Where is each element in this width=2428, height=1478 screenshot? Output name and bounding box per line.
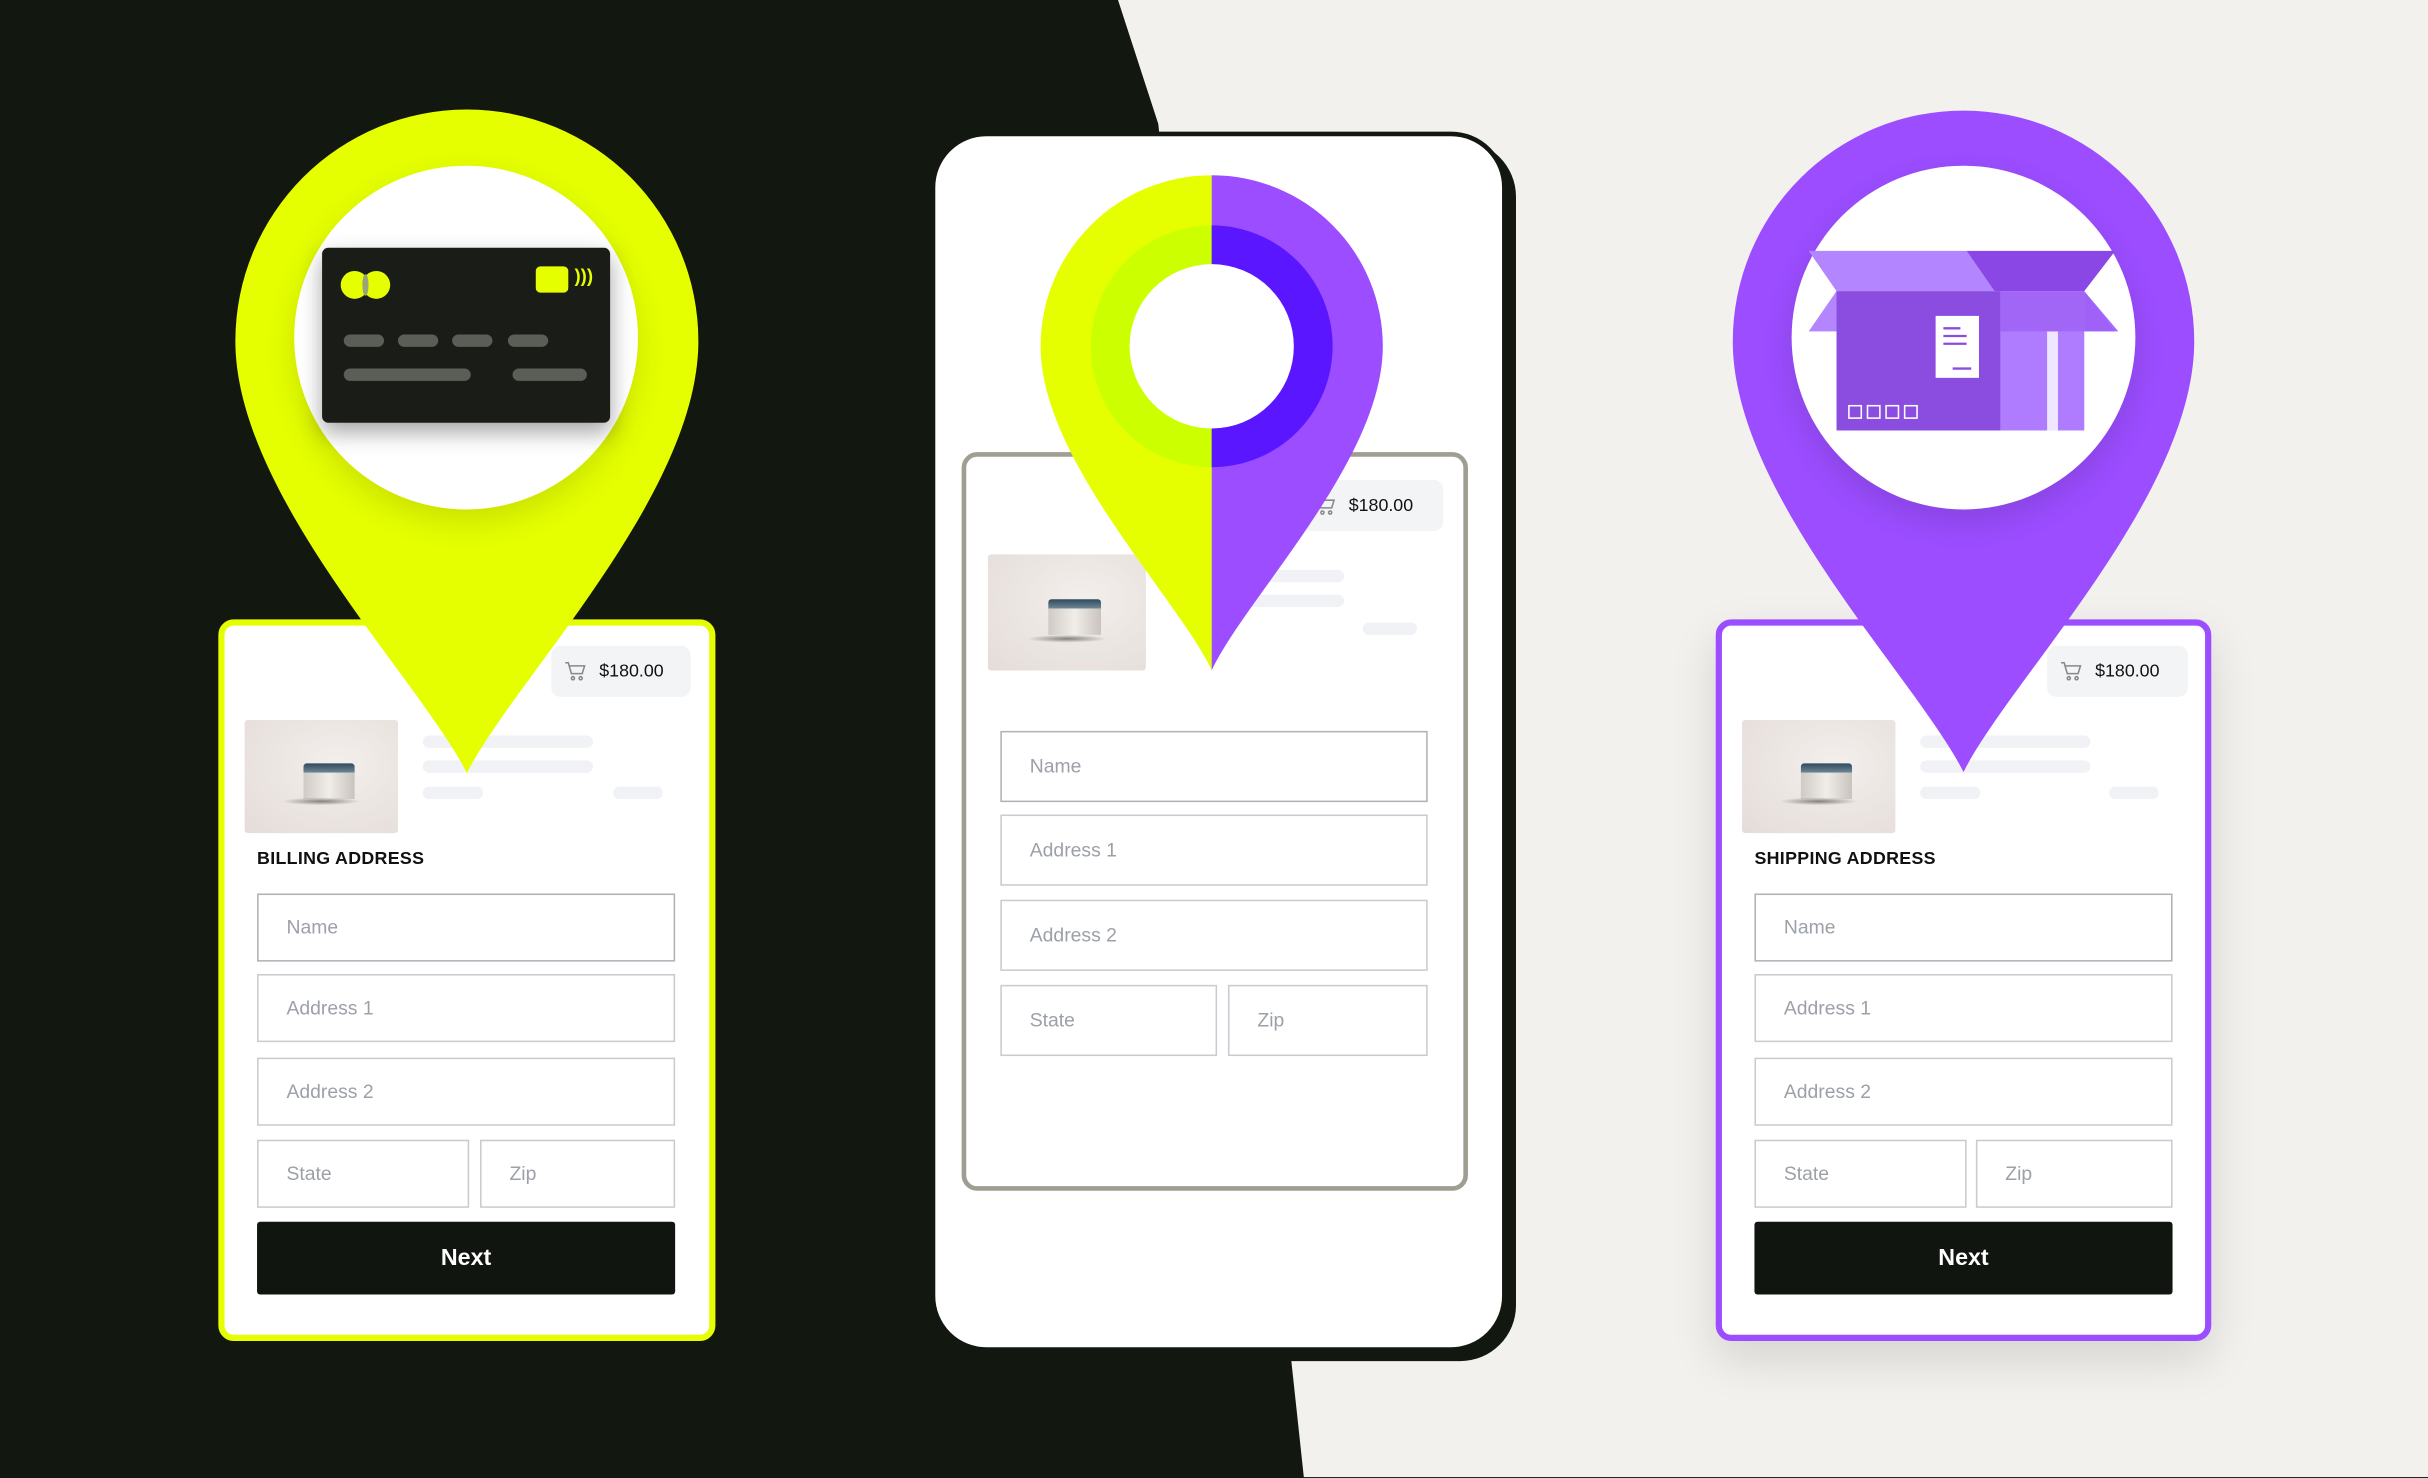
zip-field[interactable] xyxy=(480,1139,676,1208)
next-button[interactable]: Next xyxy=(1754,1221,2173,1295)
illustration-stage: $180.00 BILLING ADDRESS Next ))) $180.00 xyxy=(0,0,2428,1478)
state-field[interactable] xyxy=(1754,1139,1967,1208)
credit-card-icon: ))) xyxy=(322,247,611,423)
next-button[interactable]: Next xyxy=(257,1221,676,1295)
skeleton-line xyxy=(613,786,663,800)
name-field[interactable] xyxy=(1754,893,2173,962)
address2-field[interactable] xyxy=(257,1057,676,1126)
address1-field[interactable] xyxy=(1000,814,1428,886)
name-field[interactable] xyxy=(257,893,676,962)
address1-field[interactable] xyxy=(1754,974,2173,1043)
skeleton-line xyxy=(2109,786,2159,800)
section-title: BILLING ADDRESS xyxy=(257,850,425,869)
zip-field[interactable] xyxy=(1975,1139,2173,1208)
skeleton-line xyxy=(1920,786,1981,800)
section-title: SHIPPING ADDRESS xyxy=(1754,850,1936,869)
zip-field[interactable] xyxy=(1227,984,1428,1057)
address1-field[interactable] xyxy=(257,974,676,1043)
location-pin-icon xyxy=(1040,175,1383,671)
state-field[interactable] xyxy=(257,1139,470,1208)
state-field[interactable] xyxy=(1000,984,1218,1057)
skeleton-line xyxy=(422,786,484,800)
address2-field[interactable] xyxy=(1754,1057,2173,1126)
address2-field[interactable] xyxy=(1000,899,1428,971)
package-box-icon xyxy=(1808,250,2119,431)
name-field[interactable] xyxy=(1000,730,1428,803)
